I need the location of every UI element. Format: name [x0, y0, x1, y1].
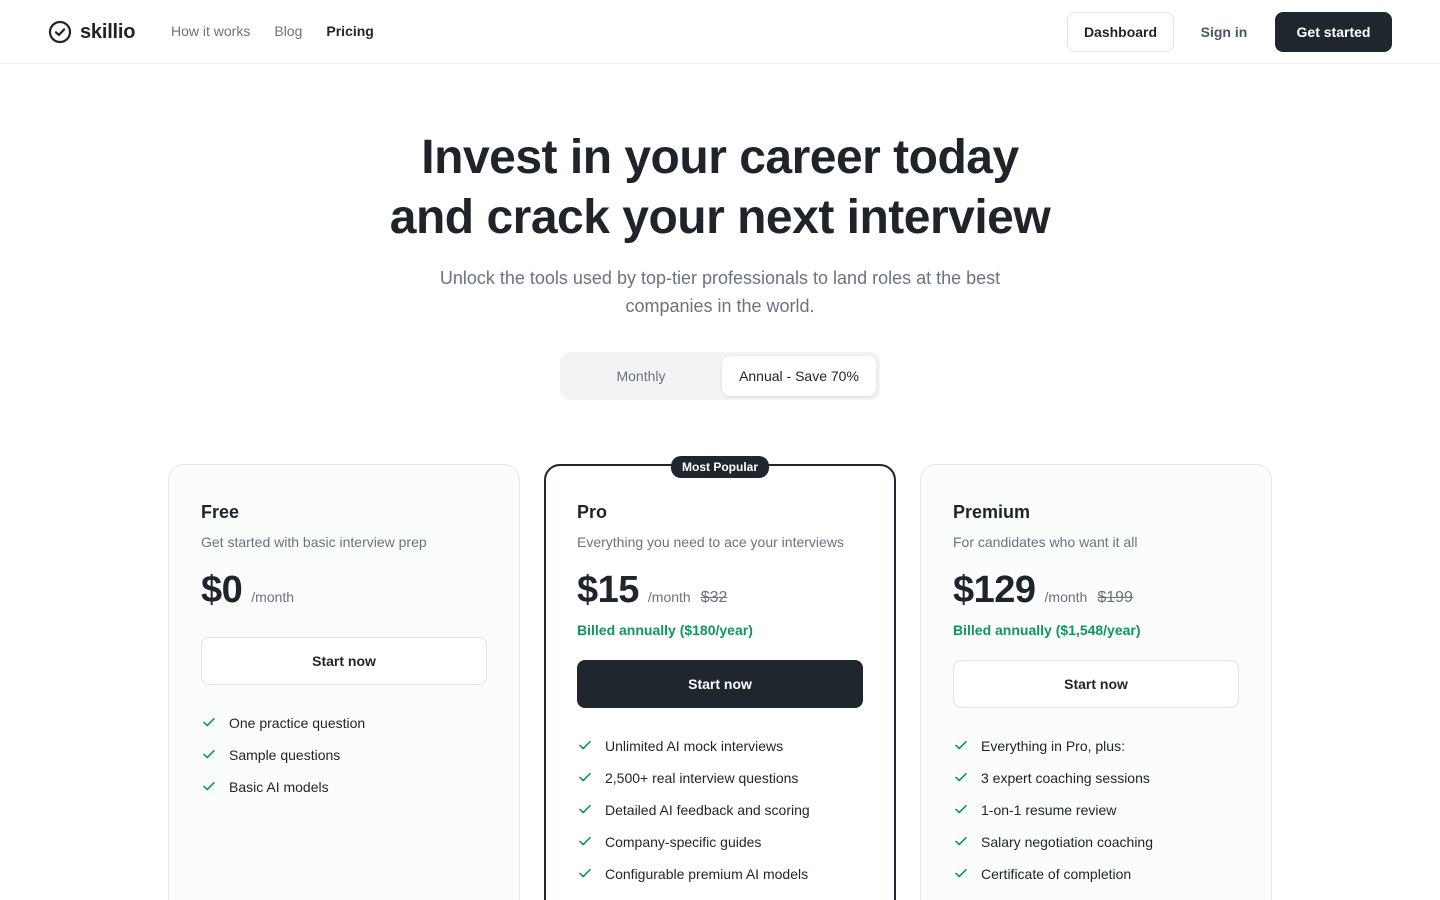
price-period: /month	[647, 589, 691, 605]
feature-item: Unlimited AI mock interviews	[577, 730, 863, 762]
most-popular-badge: Most Popular	[670, 456, 770, 478]
plan-name: Free	[201, 502, 240, 522]
hero-title-line-1: Invest in your career today	[421, 131, 1019, 184]
feature-list: Unlimited AI mock interviews 2,500+ real…	[577, 730, 863, 890]
feature-text: Detailed AI feedback and scoring	[605, 802, 810, 818]
feature-text: Sample questions	[229, 747, 341, 763]
feature-text: Everything in Pro, plus:	[981, 738, 1125, 754]
get-started-button[interactable]: Get started	[1275, 12, 1392, 52]
billing-note: Billed annually ($1,548/year)	[953, 622, 1141, 638]
billing-option-annual[interactable]: Annual - Save 70%	[722, 356, 876, 396]
feature-item: Salary negotiation coaching	[953, 826, 1239, 858]
check-icon	[577, 801, 605, 820]
logo[interactable]: skillio	[48, 20, 135, 44]
start-now-button-free[interactable]: Start now	[201, 637, 487, 685]
nav-blog[interactable]: Blog	[274, 23, 302, 39]
start-now-button-premium[interactable]: Start now	[953, 660, 1239, 708]
feature-list: Everything in Pro, plus: 3 expert coachi…	[953, 730, 1239, 890]
plan-price: $0	[201, 569, 243, 611]
feature-item: Sample questions	[201, 739, 487, 771]
feature-list: One practice question Sample questions B…	[201, 707, 487, 803]
check-icon	[201, 746, 229, 765]
hero-subtitle: Unlock the tools used by top-tier profes…	[439, 268, 1001, 316]
feature-text: 2,500+ real interview questions	[605, 770, 799, 786]
start-now-button-pro[interactable]: Start now	[577, 660, 863, 708]
plan-description: For candidates who want it all	[953, 534, 1138, 550]
nav-how-it-works[interactable]: How it works	[171, 23, 250, 39]
check-icon	[953, 801, 981, 820]
feature-item: Everything in Pro, plus:	[953, 730, 1239, 762]
main-nav: How it works Blog Pricing	[171, 23, 398, 39]
sign-in-button[interactable]: Sign in	[1188, 12, 1260, 52]
price-row: $129 /month $199	[953, 566, 1239, 614]
check-icon	[953, 865, 981, 884]
plan-card-free: Free Get started with basic interview pr…	[168, 464, 520, 900]
dashboard-button[interactable]: Dashboard	[1067, 12, 1174, 52]
check-circle-icon	[48, 20, 72, 44]
check-icon	[953, 737, 981, 756]
check-icon	[577, 865, 605, 884]
plan-card-pro: Most Popular Pro Everything you need to …	[544, 456, 896, 900]
plan-price: $15	[577, 569, 639, 611]
feature-item: 3 expert coaching sessions	[953, 762, 1239, 794]
feature-text: 1-on-1 resume review	[981, 802, 1117, 818]
feature-item: One practice question	[201, 707, 487, 739]
hero-title-line-2: and crack your next interview	[389, 191, 1051, 244]
check-icon	[201, 778, 229, 797]
price-period: /month	[1044, 589, 1088, 605]
plan-description: Everything you need to ace your intervie…	[577, 534, 844, 550]
plan-name: Premium	[953, 502, 1031, 522]
billing-toggle: Monthly Annual - Save 70%	[560, 352, 880, 400]
billing-option-monthly[interactable]: Monthly	[564, 356, 718, 396]
feature-item: Basic AI models	[201, 771, 487, 803]
feature-text: Company-specific guides	[605, 834, 762, 850]
hero-title: Invest in your career today and crack yo…	[0, 128, 1440, 248]
price-row: $15 /month $32	[577, 566, 863, 614]
check-icon	[953, 769, 981, 788]
price-row: $0 /month	[201, 566, 487, 614]
price-period: /month	[251, 589, 295, 605]
feature-item: 2,500+ real interview questions	[577, 762, 863, 794]
plan-description: Get started with basic interview prep	[201, 534, 427, 550]
plan-price: $129	[953, 569, 1036, 611]
billing-note: Billed annually ($180/year)	[577, 622, 753, 638]
feature-text: 3 expert coaching sessions	[981, 770, 1150, 786]
nav-pricing[interactable]: Pricing	[326, 23, 373, 39]
feature-text: Basic AI models	[229, 779, 329, 795]
check-icon	[577, 769, 605, 788]
feature-text: Certificate of completion	[981, 866, 1132, 882]
feature-text: One practice question	[229, 715, 366, 731]
feature-item: Certificate of completion	[953, 858, 1239, 890]
feature-text: Unlimited AI mock interviews	[605, 738, 784, 754]
feature-text: Salary negotiation coaching	[981, 834, 1154, 850]
check-icon	[201, 714, 229, 733]
plan-name: Pro	[577, 502, 608, 522]
check-icon	[953, 833, 981, 852]
feature-item: Company-specific guides	[577, 826, 863, 858]
feature-item: Detailed AI feedback and scoring	[577, 794, 863, 826]
original-price: $199	[1097, 589, 1133, 606]
top-header: skillio How it works Blog Pricing Dashbo…	[0, 0, 1440, 64]
plan-card-premium: Premium For candidates who want it all $…	[920, 464, 1272, 900]
logo-text: skillio	[80, 20, 136, 43]
original-price: $32	[700, 589, 728, 606]
check-icon	[577, 833, 605, 852]
feature-item: 1-on-1 resume review	[953, 794, 1239, 826]
feature-text: Configurable premium AI models	[605, 866, 809, 882]
feature-item: Configurable premium AI models	[577, 858, 863, 890]
check-icon	[577, 737, 605, 756]
